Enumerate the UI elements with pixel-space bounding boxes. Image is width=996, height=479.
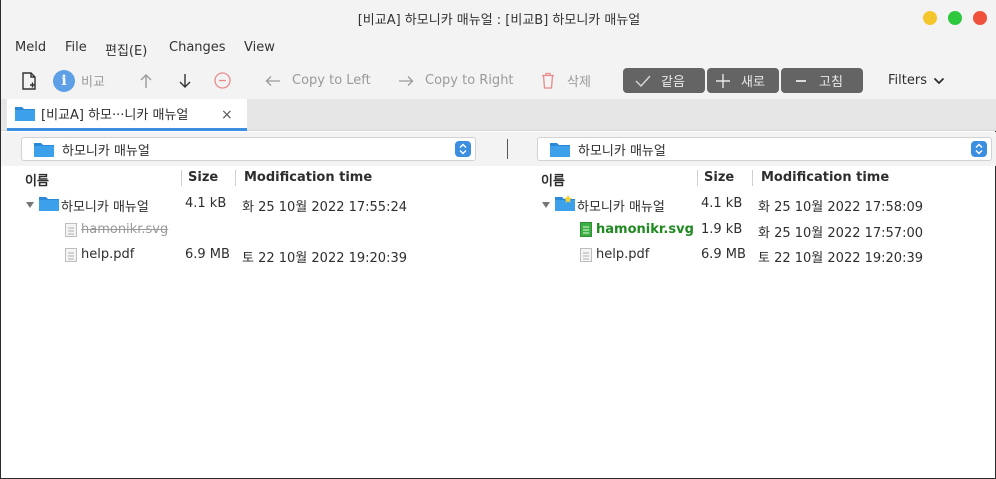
folder-icon: [15, 107, 35, 121]
window-title: [비교A] 하모니카 매뉴얼 : [비교B] 하모니카 매뉴얼: [357, 13, 641, 28]
file-name: help.pdf: [596, 247, 650, 262]
file-mtime: 토 22 10월 2022 19:20:39: [758, 251, 924, 266]
tab-bar: [비교A] 하모···니카 매뉴얼 ×: [1, 99, 996, 131]
right-folder-selector[interactable]: 하모니카 매뉴얼: [537, 137, 992, 161]
file-size: 4.1 kB: [701, 196, 743, 211]
left-col-name-header[interactable]: 이름: [25, 170, 49, 189]
arrow-right-icon: [399, 75, 414, 86]
filter-modified-label: 고침: [819, 75, 843, 90]
compare-button[interactable]: i 비교: [53, 62, 105, 99]
text-file-icon: [65, 248, 77, 262]
close-tab-icon[interactable]: ×: [221, 107, 233, 123]
file-name: 하모니카 매뉴얼: [61, 200, 149, 215]
file-mtime: 화 25 10월 2022 17:58:09: [758, 200, 924, 215]
folder-new-icon: [555, 195, 575, 211]
close-window-button[interactable]: [973, 11, 987, 25]
file-size: 4.1 kB: [185, 196, 227, 211]
stop-button[interactable]: [214, 62, 231, 99]
menu-meld[interactable]: Meld: [15, 40, 46, 55]
checkmark-icon: [635, 75, 651, 87]
minimize-button[interactable]: [923, 11, 937, 25]
trash-icon: [542, 72, 554, 89]
previous-change-button[interactable]: [139, 62, 153, 99]
pane-divider: [507, 139, 508, 159]
delete-label: 삭제: [567, 75, 591, 90]
right-folder-label: 하모니카 매뉴얼: [578, 143, 666, 159]
right-col-size-header[interactable]: Size: [704, 170, 734, 188]
file-mtime: 화 25 10월 2022 17:55:24: [242, 200, 408, 215]
file-size: 6.9 MB: [701, 247, 746, 262]
menu-changes[interactable]: Changes: [169, 40, 226, 55]
right-col-mtime-header[interactable]: Modification time: [761, 170, 889, 188]
copy-to-right-button[interactable]: Copy to Right: [398, 62, 514, 99]
file-size: 6.9 MB: [185, 247, 230, 262]
text-file-icon: [65, 223, 77, 237]
menu-edit[interactable]: 편집(E): [105, 40, 147, 59]
stop-icon: [214, 72, 231, 89]
column-separator: [697, 170, 698, 186]
title-bar: [비교A] 하모니카 매뉴얼 : [비교B] 하모니카 매뉴얼: [1, 0, 996, 36]
plus-icon: [716, 73, 730, 88]
copy-to-left-label: Copy to Left: [292, 73, 371, 88]
file-mtime: 토 22 10월 2022 19:20:39: [242, 251, 408, 266]
filter-new-toggle[interactable]: 새로: [707, 68, 779, 93]
column-separator: [235, 170, 236, 186]
tab-label: [비교A] 하모···니카 매뉴얼: [41, 108, 189, 123]
file-mtime: 화 25 10월 2022 17:57:00: [758, 226, 924, 241]
next-change-button[interactable]: [178, 62, 192, 99]
filters-dropdown[interactable]: Filters: [888, 62, 945, 99]
file-name: hamonikr.svg: [81, 222, 169, 237]
filter-modified-toggle[interactable]: 고침: [781, 68, 863, 93]
left-folder-label: 하모니카 매뉴얼: [62, 143, 150, 159]
new-comparison-button[interactable]: [21, 62, 37, 99]
file-size: 1.9 kB: [701, 222, 743, 237]
file-name: hamonikr.svg: [596, 222, 694, 237]
new-document-icon: [22, 71, 36, 90]
folder-icon: [550, 142, 570, 157]
meld-window: [비교A] 하모니카 매뉴얼 : [비교B] 하모니카 매뉴얼 Meld Fil…: [0, 0, 996, 479]
left-folder-spinner-icon[interactable]: [455, 141, 471, 157]
location-bar: 하모니카 매뉴얼 하모니카 매뉴얼: [1, 132, 996, 166]
arrow-left-icon: [265, 75, 280, 86]
new-file-icon: [580, 222, 592, 237]
arrow-up-icon: [140, 73, 152, 88]
file-name: help.pdf: [81, 247, 135, 262]
maximize-button[interactable]: [948, 11, 962, 25]
copy-to-right-label: Copy to Right: [425, 73, 514, 88]
copy-to-left-button[interactable]: Copy to Left: [265, 62, 371, 99]
left-col-size-header[interactable]: Size: [188, 170, 218, 188]
filter-same-label: 같음: [661, 75, 685, 90]
menu-view[interactable]: View: [244, 40, 275, 55]
text-file-icon: [580, 248, 592, 262]
compare-label: 비교: [81, 75, 105, 90]
folder-icon: [39, 197, 59, 211]
expander-icon[interactable]: [541, 201, 551, 209]
toolbar: i 비교 Copy to Left Copy to Right 삭제 같음 새로…: [1, 62, 996, 99]
filter-same-toggle[interactable]: 같음: [623, 68, 705, 93]
delete-button[interactable]: 삭제: [541, 62, 591, 99]
menu-bar: Meld File 편집(E) Changes View: [1, 36, 996, 62]
right-folder-spinner-icon[interactable]: [971, 141, 987, 157]
left-col-mtime-header[interactable]: Modification time: [244, 170, 372, 188]
info-icon: i: [53, 69, 75, 92]
column-separator: [181, 170, 182, 186]
menu-file[interactable]: File: [65, 40, 87, 55]
left-folder-selector[interactable]: 하모니카 매뉴얼: [21, 137, 476, 161]
minus-icon: [796, 79, 806, 82]
filter-new-label: 새로: [741, 75, 765, 90]
filters-label: Filters: [888, 73, 927, 88]
folder-icon: [34, 142, 54, 157]
arrow-down-icon: [179, 73, 191, 88]
column-separator: [752, 170, 753, 186]
right-col-name-header[interactable]: 이름: [541, 170, 565, 189]
file-name: 하모니카 매뉴얼: [577, 200, 665, 215]
tab-comparison[interactable]: [비교A] 하모···니카 매뉴얼 ×: [7, 99, 247, 131]
chevron-down-icon: [933, 77, 945, 84]
expander-icon[interactable]: [25, 201, 35, 209]
